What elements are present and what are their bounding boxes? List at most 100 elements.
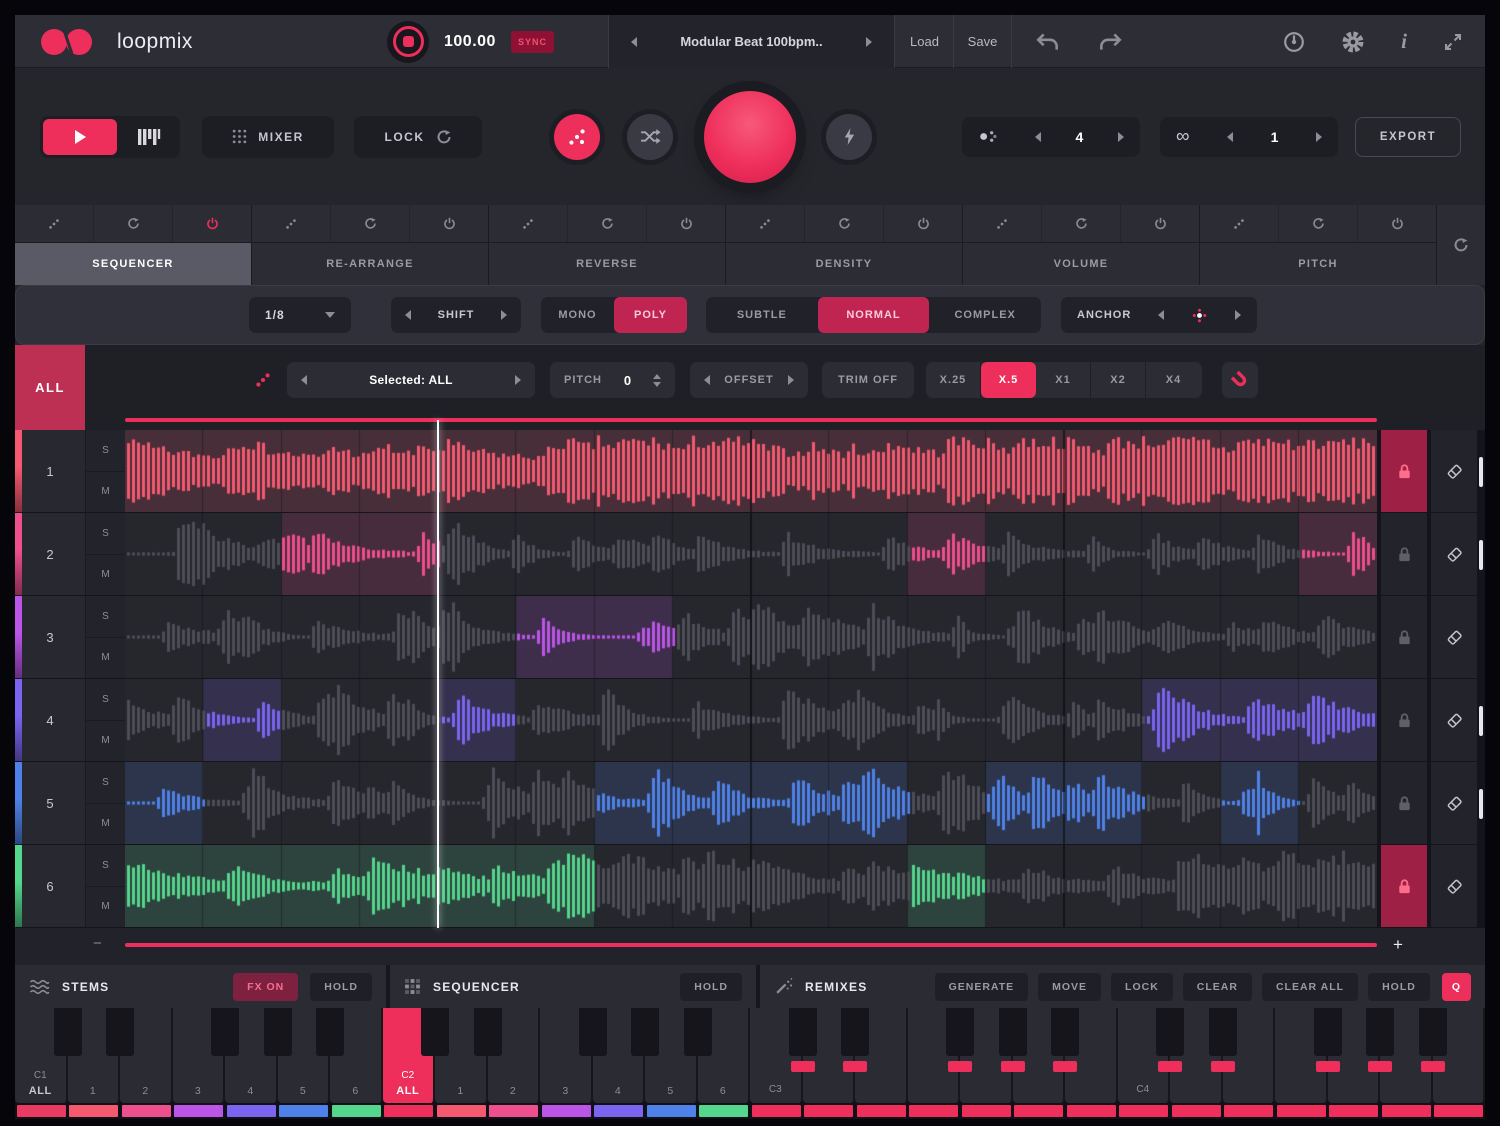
pattern-next-icon[interactable] [1118, 132, 1124, 142]
remix-lock-button[interactable]: LOCK [1111, 973, 1173, 1001]
black-key[interactable] [631, 1008, 659, 1056]
track-lock-button[interactable] [1381, 762, 1427, 844]
poly-option[interactable]: POLY [614, 297, 687, 333]
module-dots-icon[interactable] [726, 205, 805, 242]
waveform-lane[interactable] [125, 596, 1377, 678]
speed-x25[interactable]: X.25 [926, 362, 981, 398]
save-button[interactable]: Save [954, 15, 1012, 68]
remix-move-button[interactable]: MOVE [1038, 973, 1101, 1001]
speed-x1[interactable]: X1 [1036, 362, 1091, 398]
module-reverse[interactable]: REVERSE [489, 205, 726, 285]
solo-button[interactable]: S [86, 845, 125, 887]
undo-icon[interactable] [1035, 32, 1061, 52]
mixer-button[interactable]: MIXER [202, 116, 334, 158]
black-key[interactable] [211, 1008, 239, 1056]
redo-icon[interactable] [1097, 32, 1123, 52]
speed-x4[interactable]: X4 [1146, 362, 1201, 398]
mute-button[interactable]: M [86, 472, 125, 513]
track-erase-button[interactable] [1431, 430, 1477, 512]
offset-right-icon[interactable] [788, 375, 794, 385]
module-pitch[interactable]: PITCH [1200, 205, 1437, 285]
export-button[interactable]: EXPORT [1355, 117, 1461, 157]
quantize-button[interactable]: Q [1442, 973, 1471, 1001]
waveform-lane[interactable] [125, 513, 1377, 595]
selected-next-icon[interactable] [515, 375, 521, 385]
pitch-down-icon[interactable] [653, 382, 661, 387]
preset-next-icon[interactable] [866, 37, 872, 47]
track-header[interactable]: 6 [15, 845, 85, 927]
track-header[interactable]: 3 [15, 596, 85, 678]
rate-dropdown[interactable]: 1/8 [249, 297, 351, 333]
mono-option[interactable]: MONO [541, 297, 614, 333]
black-key[interactable] [841, 1008, 869, 1056]
trim-toggle[interactable]: TRIM OFF [822, 362, 914, 398]
track-erase-button[interactable] [1431, 845, 1477, 927]
module-power-icon[interactable] [1121, 205, 1200, 242]
track-lock-button[interactable] [1381, 430, 1427, 512]
lock-button[interactable]: LOCK [354, 116, 482, 158]
speed-x2[interactable]: X2 [1091, 362, 1146, 398]
style-subtle[interactable]: SUBTLE [706, 297, 818, 333]
module-density[interactable]: DENSITY [726, 205, 963, 285]
main-remix-button[interactable] [704, 91, 796, 183]
loop-prev-icon[interactable] [1227, 132, 1233, 142]
track-header[interactable]: 2 [15, 513, 85, 595]
track-erase-button[interactable] [1431, 596, 1477, 678]
module-label[interactable]: VOLUME [963, 243, 1200, 285]
track-lock-button[interactable] [1381, 513, 1427, 595]
waveform-lane[interactable] [125, 845, 1377, 927]
sequencer-hold-button[interactable]: HOLD [680, 973, 742, 1001]
black-key[interactable] [264, 1008, 292, 1056]
row-scroll-thumb[interactable] [1479, 789, 1483, 819]
track-header[interactable]: 1 [15, 430, 85, 512]
module-label[interactable]: SEQUENCER [15, 243, 252, 285]
module-sequencer[interactable]: SEQUENCER [15, 205, 252, 285]
black-key[interactable] [1209, 1008, 1237, 1056]
mute-button[interactable]: M [86, 887, 125, 928]
track-lock-button[interactable] [1381, 596, 1427, 678]
module-power-icon[interactable] [647, 205, 726, 242]
black-key[interactable] [316, 1008, 344, 1056]
trigger-fx-button[interactable] [826, 114, 872, 160]
track-erase-button[interactable] [1431, 762, 1477, 844]
shuffle-button[interactable] [627, 114, 673, 160]
module-cycle-icon[interactable] [805, 205, 884, 242]
mute-button[interactable]: M [86, 804, 125, 845]
solo-button[interactable]: S [86, 430, 125, 472]
remix-generate-button[interactable]: GENERATE [935, 973, 1029, 1001]
module-label[interactable]: PITCH [1200, 243, 1437, 285]
track-erase-button[interactable] [1431, 679, 1477, 761]
black-key[interactable] [474, 1008, 502, 1056]
piano-mode-button[interactable] [120, 119, 177, 155]
stems-hold-button[interactable]: HOLD [310, 973, 372, 1001]
play-button[interactable] [43, 119, 117, 155]
module-dots-icon[interactable] [963, 205, 1042, 242]
pattern-prev-icon[interactable] [1035, 132, 1041, 142]
black-key[interactable] [789, 1008, 817, 1056]
module-cycle-icon[interactable] [94, 205, 173, 242]
module-dots-icon[interactable] [1200, 205, 1279, 242]
module-label[interactable]: REVERSE [489, 243, 726, 285]
shift-right-icon[interactable] [501, 310, 507, 320]
row-scroll-thumb[interactable] [1479, 540, 1483, 570]
anchor-next-icon[interactable] [1235, 310, 1241, 320]
selected-prev-icon[interactable] [301, 375, 307, 385]
loop-range-bar[interactable] [125, 418, 1377, 422]
shift-left-icon[interactable] [405, 310, 411, 320]
speed-x5[interactable]: X.5 [981, 362, 1036, 398]
module-power-icon[interactable] [173, 205, 252, 242]
waveform-lane[interactable] [125, 679, 1377, 761]
track-header[interactable]: 5 [15, 762, 85, 844]
track-lock-button[interactable] [1381, 845, 1427, 927]
settings-gear-icon[interactable] [1341, 30, 1365, 54]
select-all-block[interactable]: ALL [15, 345, 85, 430]
info-icon[interactable]: i [1401, 29, 1407, 54]
track-lock-button[interactable] [1381, 679, 1427, 761]
black-key[interactable] [1156, 1008, 1184, 1056]
black-key[interactable] [579, 1008, 607, 1056]
module-volume[interactable]: VOLUME [963, 205, 1200, 285]
mute-button[interactable]: M [86, 555, 125, 596]
preset-name[interactable]: Modular Beat 100bpm.. [680, 34, 822, 49]
track-erase-button[interactable] [1431, 513, 1477, 595]
bpm-display[interactable]: 100.00 [444, 33, 496, 51]
